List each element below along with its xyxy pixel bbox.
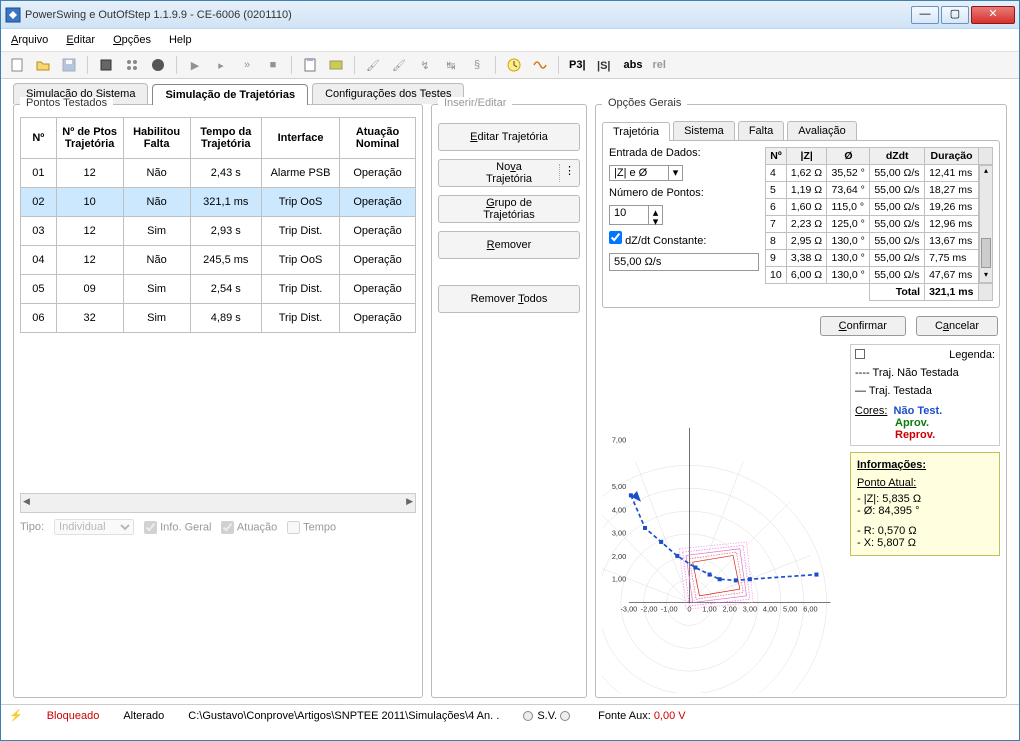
opcoes-gerais-title: Opções Gerais — [602, 97, 687, 109]
tool-a: 🖌 — [363, 55, 383, 75]
new-icon[interactable] — [7, 55, 27, 75]
info-box: Informações: Ponto Atual: - |Z|: 5,835 Ω… — [850, 452, 1000, 556]
svg-text:4,00: 4,00 — [612, 505, 626, 514]
cancelar-button[interactable]: Cancelar — [916, 316, 998, 336]
remover-button[interactable]: Remover — [438, 231, 580, 259]
editar-trajetoria-button[interactable]: Editar Trajetória — [438, 123, 580, 151]
table-row[interactable]: 93,38 Ω130,0 °55,00 Ω/s7,75 ms — [766, 250, 993, 267]
tool-b: 🖌 — [389, 55, 409, 75]
tool-d: ↹ — [441, 55, 461, 75]
trajetoria-data-table[interactable]: Nº |Z| Ø dZdt Duração 41,62 Ω35,52 °55,0… — [765, 147, 993, 301]
tool-e: § — [467, 55, 487, 75]
confirmar-button[interactable]: Confirmar — [820, 316, 906, 336]
table-row[interactable]: 82,95 Ω130,0 °55,00 Ω/s13,67 ms — [766, 233, 993, 250]
svg-text:|S|: |S| — [597, 60, 611, 72]
stop-icon[interactable]: ■ — [263, 55, 283, 75]
svg-text:7,00: 7,00 — [612, 436, 626, 445]
entrada-dados-select[interactable]: |Z| e Ø — [609, 165, 669, 181]
config-icon[interactable] — [122, 55, 142, 75]
pontos-testados-title: Pontos Testados — [20, 97, 113, 109]
table-row[interactable]: 72,23 Ω125,0 °55,00 Ω/s12,96 ms — [766, 216, 993, 233]
save-icon[interactable] — [59, 55, 79, 75]
table-row[interactable]: 0312Sim2,93 sTrip Dist.Operação — [21, 217, 416, 246]
tab-sim-traj[interactable]: Simulação de Trajetórias — [152, 84, 308, 105]
play-icon[interactable]: ▶ — [185, 55, 205, 75]
grupo-trajetorias-button[interactable]: Grupo deTrajetórias — [438, 195, 580, 223]
table-row[interactable]: 0509Sim2,54 sTrip Dist.Operação — [21, 275, 416, 304]
table-row[interactable]: 0210Não321,1 msTrip OoSOperação — [21, 188, 416, 217]
svg-text:6,00: 6,00 — [803, 604, 817, 613]
close-button[interactable]: ✕ — [971, 6, 1015, 24]
horizontal-scrollbar[interactable] — [20, 493, 416, 513]
menu-editar[interactable]: Editar — [66, 34, 95, 46]
subtab-avaliacao[interactable]: Avaliação — [787, 121, 857, 140]
table-row[interactable]: 0112Não2,43 sAlarme PSBOperação — [21, 159, 416, 188]
status-path: C:\Gustavo\Conprove\Artigos\SNPTEE 2011\… — [188, 710, 499, 722]
subtab-falta[interactable]: Falta — [738, 121, 784, 140]
chip-icon[interactable] — [96, 55, 116, 75]
rel-icon[interactable]: rel — [651, 55, 668, 75]
sv-led — [523, 711, 533, 721]
num-pontos-label: Número de Pontos: — [609, 187, 759, 199]
menu-arquivo[interactable]: Arquivo — [11, 34, 48, 46]
app-icon — [5, 7, 21, 23]
wave-icon[interactable] — [530, 55, 550, 75]
dzdt-value-input[interactable]: 55,00 Ω/s — [609, 253, 759, 271]
tool-c: ↯ — [415, 55, 435, 75]
minimize-button[interactable]: — — [911, 6, 939, 24]
table-vertical-scrollbar[interactable]: ▴ ▾ — [979, 165, 993, 283]
opcoes-gerais-panel: Opções Gerais Trajetória Sistema Falta A… — [595, 104, 1007, 698]
svg-text:1,00: 1,00 — [702, 604, 716, 613]
status-alterado: Alterado — [123, 710, 164, 722]
clipboard-icon[interactable] — [300, 55, 320, 75]
svg-text:4,00: 4,00 — [763, 604, 777, 613]
s-icon[interactable]: |S| — [594, 55, 616, 75]
num-pontos-input[interactable]: 10 — [609, 205, 649, 225]
maximize-button[interactable]: ▢ — [941, 6, 969, 24]
step-icon[interactable]: ▸ — [211, 55, 231, 75]
svg-text:5,00: 5,00 — [612, 482, 626, 491]
fast-icon[interactable]: » — [237, 55, 257, 75]
table-row[interactable]: 51,19 Ω73,64 °55,00 Ω/s18,27 ms — [766, 182, 993, 199]
impedance-plot[interactable]: -3,00-2,00-1,00 01,002,00 3,004,005,006,… — [602, 344, 844, 693]
inserir-editar-title: Inserir/Editar — [438, 97, 512, 109]
svg-text:3,00: 3,00 — [612, 528, 626, 537]
open-icon[interactable] — [33, 55, 53, 75]
abs-icon[interactable]: abs — [622, 55, 645, 75]
svg-text:-1,00: -1,00 — [661, 604, 678, 613]
subtab-sistema[interactable]: Sistema — [673, 121, 735, 140]
clock-icon[interactable] — [504, 55, 524, 75]
subtab-trajetoria[interactable]: Trajetória — [602, 122, 670, 141]
status-bloqueado: Bloqueado — [47, 710, 100, 722]
remover-todos-button[interactable]: Remover Todos — [438, 285, 580, 313]
nova-trajetoria-button[interactable]: NovaTrajetória — [438, 159, 580, 187]
window-title: PowerSwing e OutOfStep 1.1.9.9 - CE-6006… — [25, 9, 911, 21]
dzdt-constante-checkbox — [609, 231, 622, 244]
tipo-label: Tipo: — [20, 521, 44, 533]
svg-text:-2,00: -2,00 — [641, 604, 658, 613]
entrada-dados-label: Entrada de Dados: — [609, 147, 759, 159]
svg-text:2,00: 2,00 — [612, 552, 626, 561]
pontos-table[interactable]: Nº Nº de Ptos Trajetória Habilitou Falta… — [20, 117, 416, 333]
inserir-editar-panel: Inserir/Editar Editar Trajetória NovaTra… — [431, 104, 587, 698]
card-icon[interactable] — [326, 55, 346, 75]
menu-help[interactable]: Help — [169, 34, 192, 46]
svg-text:-3,00: -3,00 — [620, 604, 637, 613]
table-row[interactable]: 106,00 Ω130,0 °55,00 Ω/s47,67 ms — [766, 267, 993, 284]
table-row[interactable]: 41,62 Ω35,52 °55,00 Ω/s12,41 ms — [766, 165, 993, 182]
svg-text:1,00: 1,00 — [612, 575, 626, 584]
pontos-testados-panel: Pontos Testados Nº Nº de Ptos Trajetória… — [13, 104, 423, 698]
table-row[interactable]: 61,60 Ω115,0 °55,00 Ω/s19,26 ms — [766, 199, 993, 216]
p3-icon[interactable]: P3| — [567, 55, 588, 75]
menu-opcoes[interactable]: Opções — [113, 34, 151, 46]
tipo-select: Individual — [54, 519, 134, 535]
svg-text:3,00: 3,00 — [743, 604, 757, 613]
table-row[interactable]: 0412Não245,5 msTrip OoSOperação — [21, 246, 416, 275]
table-row[interactable]: 0632Sim4,89 sTrip Dist.Operação — [21, 304, 416, 333]
status-lightning-icon[interactable]: ⚡ — [9, 709, 23, 722]
svg-text:5,00: 5,00 — [783, 604, 797, 613]
sphere-icon[interactable] — [148, 55, 168, 75]
